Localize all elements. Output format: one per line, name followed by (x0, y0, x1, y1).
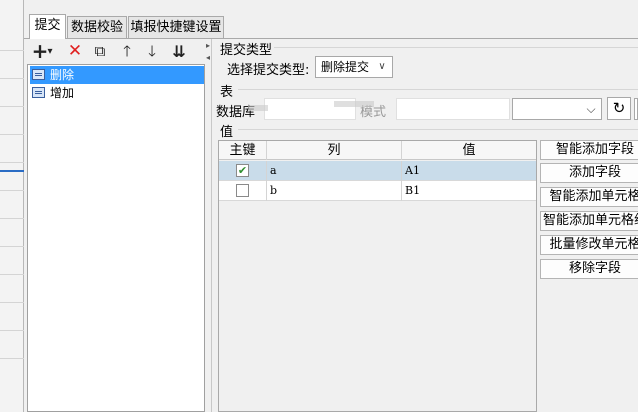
add-field-button[interactable]: 添加字段 (540, 163, 638, 183)
value-cell[interactable]: A1 (402, 161, 536, 181)
collapse-arrow-icon[interactable]: ◂ (206, 53, 210, 62)
column-header-column[interactable]: 列 (267, 141, 402, 160)
section-title-table: 表 (220, 85, 234, 100)
remove-field-button[interactable]: 移除字段 (540, 259, 638, 279)
batch-modify-cells-button[interactable]: 批量修改单元格 (540, 235, 638, 255)
key-cell: ✔ (219, 161, 267, 181)
primary-key-checkbox[interactable]: ✔ (236, 164, 249, 177)
move-down-icon[interactable]: 🡓 (142, 42, 162, 61)
refresh-icon: ↻ (612, 99, 626, 117)
submit-settings-panel: 提交类型 选择提交类型: 删除提交 ∨ 表 数据库 模式 ⌵ ↻ 值 主键 列 (214, 39, 638, 412)
divider (211, 39, 212, 412)
blurred-region (334, 101, 374, 107)
blurred-region (248, 105, 268, 111)
field-table: 主键 列 值 ✔ a A1 b B1 (218, 140, 537, 412)
delete-icon[interactable]: ✕ (65, 42, 85, 61)
list-item[interactable]: 删除 (30, 66, 204, 84)
column-cell[interactable]: a (267, 161, 402, 181)
table-row[interactable]: b B1 (219, 181, 536, 201)
add-dropdown-icon[interactable]: ▾ (45, 42, 55, 61)
sort-icon[interactable]: ⇊ (169, 42, 189, 61)
more-button[interactable] (634, 98, 638, 120)
submission-toolbar: + ▾ ✕ ⧉ 🡑 🡓 ⇊ (25, 39, 205, 64)
chevron-down-icon[interactable]: ⌵ (583, 100, 599, 118)
smart-add-cell-group-button[interactable]: 智能添加单元格组 (540, 211, 638, 231)
chevron-down-icon[interactable]: ∨ (374, 58, 390, 76)
divider (238, 129, 638, 130)
column-cell[interactable]: b (267, 181, 402, 201)
submit-type-label: 选择提交类型: (227, 63, 310, 78)
submit-tab-panel: + ▾ ✕ ⧉ 🡑 🡓 ⇊ 删除 增加 ▸ ◂ 提交类型 选择提交类型: 删除提… (25, 39, 638, 412)
column-header-value[interactable]: 值 (402, 141, 536, 160)
smart-add-cells-button[interactable]: 智能添加单元格 (540, 187, 638, 207)
primary-key-checkbox[interactable] (236, 184, 249, 197)
tab-submit[interactable]: 提交 (29, 14, 66, 39)
section-title-submit-type: 提交类型 (220, 43, 273, 58)
section-title-value: 值 (220, 125, 234, 140)
submit-icon (32, 87, 45, 98)
divider (274, 47, 638, 48)
column-header-key[interactable]: 主键 (219, 141, 267, 160)
tab-shortcut-settings[interactable]: 填报快捷键设置 (128, 16, 224, 38)
submit-type-select[interactable]: 删除提交 ∨ (315, 56, 393, 78)
submit-icon (32, 69, 45, 80)
table-select[interactable]: ⌵ (512, 98, 602, 120)
submit-type-value: 删除提交 (321, 60, 370, 74)
schema-select[interactable] (396, 98, 510, 120)
tab-data-validation[interactable]: 数据校验 (67, 16, 127, 38)
submission-list: 删除 增加 (27, 64, 205, 412)
background-window-strip (0, 0, 24, 412)
move-up-icon[interactable]: 🡑 (117, 42, 137, 61)
collapse-arrow-icon[interactable]: ▸ (206, 41, 210, 50)
check-icon: ✔ (237, 164, 248, 177)
list-item-label: 增加 (50, 86, 75, 100)
key-cell (219, 181, 267, 201)
refresh-button[interactable]: ↻ (607, 97, 631, 120)
copy-icon[interactable]: ⧉ (90, 42, 110, 61)
table-row[interactable]: ✔ a A1 (219, 161, 536, 181)
divider (238, 89, 638, 90)
table-header: 主键 列 值 (219, 141, 536, 160)
smart-add-fields-button[interactable]: 智能添加字段 (540, 140, 638, 160)
value-cell[interactable]: B1 (402, 181, 536, 201)
list-item-label: 删除 (50, 68, 75, 82)
list-item[interactable]: 增加 (30, 84, 204, 102)
